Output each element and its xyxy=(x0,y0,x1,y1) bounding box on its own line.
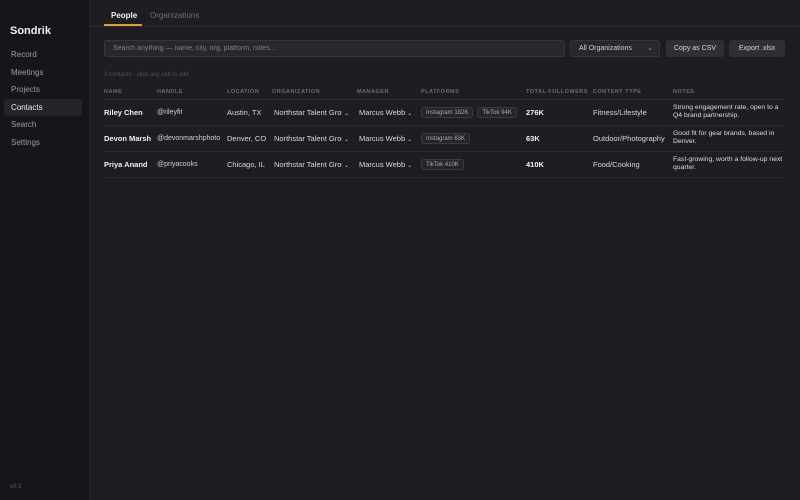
sidebar: Sondrik Record Meetings Projects Contact… xyxy=(0,0,90,500)
cell-organization: Northstar Talent Group xyxy=(274,160,342,169)
app-version: v0.3 xyxy=(10,484,22,490)
cell-notes[interactable]: Good fit for gear brands, based in Denve… xyxy=(673,130,785,146)
chevron-down-icon: ⌄ xyxy=(407,163,413,169)
manager-dropdown[interactable]: Marcus Webb ⌄ xyxy=(359,100,412,126)
cell-content-type[interactable]: Fitness/Lifestyle xyxy=(593,100,647,126)
platform-pills: Instagram 63K xyxy=(421,133,471,145)
cell-content-type[interactable]: Outdoor/Photography xyxy=(593,126,665,152)
contacts-summary: 3 contacts · click any cell to edit xyxy=(104,72,189,78)
table-row: Riley Chen @rileyfit Austin, TX Northsta… xyxy=(104,100,785,126)
sidebar-item-record[interactable]: Record xyxy=(4,46,82,64)
search-input[interactable] xyxy=(104,40,565,57)
platform-pill[interactable]: TikTok 410K xyxy=(421,159,464,170)
chevron-down-icon: ⌄ xyxy=(407,137,413,143)
column-header-location: LOCATION xyxy=(227,89,260,95)
table-row: Devon Marsh @devonmarshphoto Denver, CO … xyxy=(104,126,785,152)
cell-total-followers[interactable]: 410K xyxy=(526,152,544,178)
column-header-organization: ORGANIZATION xyxy=(272,89,321,95)
organization-dropdown[interactable]: Northstar Talent Group⌄ xyxy=(274,100,349,126)
sidebar-item-search[interactable]: Search xyxy=(4,116,82,134)
chevron-down-icon: ⌄ xyxy=(344,111,350,117)
platform-pill[interactable]: Instagram 182K xyxy=(421,107,474,118)
sidebar-item-projects[interactable]: Projects xyxy=(4,81,82,99)
main-content: People Organizations All Organizations ⌄… xyxy=(90,0,800,500)
organization-filter-value: All Organizations xyxy=(579,45,632,52)
column-header-total-followers: TOTAL FOLLOWERS xyxy=(526,89,588,95)
active-tab-indicator xyxy=(104,24,142,26)
platform-pills: TikTok 410K xyxy=(421,159,464,171)
cell-location[interactable]: Chicago, IL xyxy=(227,152,265,178)
platform-pills: Instagram 182K TikTok 94K xyxy=(421,107,517,119)
tab-organizations[interactable]: Organizations xyxy=(150,11,199,20)
sidebar-item-settings[interactable]: Settings xyxy=(4,134,82,152)
cell-location[interactable]: Denver, CO xyxy=(227,126,266,152)
cell-manager: Marcus Webb xyxy=(359,108,406,117)
cell-manager: Marcus Webb xyxy=(359,134,406,143)
platform-pill[interactable]: TikTok 94K xyxy=(477,107,517,118)
table-row: Priya Anand @priyacooks Chicago, IL Nort… xyxy=(104,152,785,178)
column-header-name: NAME xyxy=(104,89,123,95)
sidebar-item-contacts[interactable]: Contacts xyxy=(4,98,82,116)
manager-dropdown[interactable]: Marcus Webb ⌄ xyxy=(359,152,412,178)
cell-name[interactable]: Riley Chen xyxy=(104,100,143,126)
cell-handle[interactable]: @rileyfit xyxy=(157,100,182,126)
column-header-handle: HANDLE xyxy=(157,89,183,95)
cell-manager: Marcus Webb xyxy=(359,160,406,169)
cell-notes[interactable]: Fast-growing, worth a follow-up next qua… xyxy=(673,156,785,172)
tab-people[interactable]: People xyxy=(111,11,137,20)
cell-location[interactable]: Austin, TX xyxy=(227,100,261,126)
chevron-down-icon: ⌄ xyxy=(344,163,350,169)
cell-organization: Northstar Talent Group xyxy=(274,108,342,117)
cell-content-type[interactable]: Food/Cooking xyxy=(593,152,640,178)
chevron-down-icon: ⌄ xyxy=(344,137,350,143)
cell-total-followers[interactable]: 63K xyxy=(526,126,540,152)
column-header-content-type: CONTENT TYPE xyxy=(593,89,642,95)
organization-filter-select[interactable]: All Organizations ⌄ xyxy=(570,40,660,57)
export-xlsx-button[interactable]: Export .xlsx xyxy=(729,40,785,57)
column-header-manager: MANAGER xyxy=(357,89,389,95)
column-header-platforms: PLATFORMS xyxy=(421,89,460,95)
manager-dropdown[interactable]: Marcus Webb ⌄ xyxy=(359,126,412,152)
chevron-down-icon: ⌄ xyxy=(407,111,413,117)
cell-total-followers[interactable]: 276K xyxy=(526,100,544,126)
tab-bar: People Organizations xyxy=(90,0,800,27)
organization-dropdown[interactable]: Northstar Talent Group⌄ xyxy=(274,152,349,178)
cell-handle[interactable]: @priyacooks xyxy=(157,152,198,178)
sidebar-item-meetings[interactable]: Meetings xyxy=(4,64,82,82)
cell-organization: Northstar Talent Group xyxy=(274,134,342,143)
copy-csv-button[interactable]: Copy as CSV xyxy=(666,40,724,57)
sidebar-nav: Record Meetings Projects Contacts Search… xyxy=(4,46,82,151)
cell-name[interactable]: Devon Marsh xyxy=(104,126,151,152)
cell-name[interactable]: Priya Anand xyxy=(104,152,147,178)
organization-dropdown[interactable]: Northstar Talent Group⌄ xyxy=(274,126,349,152)
app-logo: Sondrik xyxy=(10,25,51,37)
column-header-notes: NOTES xyxy=(673,89,695,95)
cell-notes[interactable]: Strong engagement rate, open to a Q4 bra… xyxy=(673,104,785,120)
chevron-down-icon: ⌄ xyxy=(647,45,653,52)
platform-pill[interactable]: Instagram 63K xyxy=(421,133,471,144)
cell-handle[interactable]: @devonmarshphoto xyxy=(157,126,220,152)
